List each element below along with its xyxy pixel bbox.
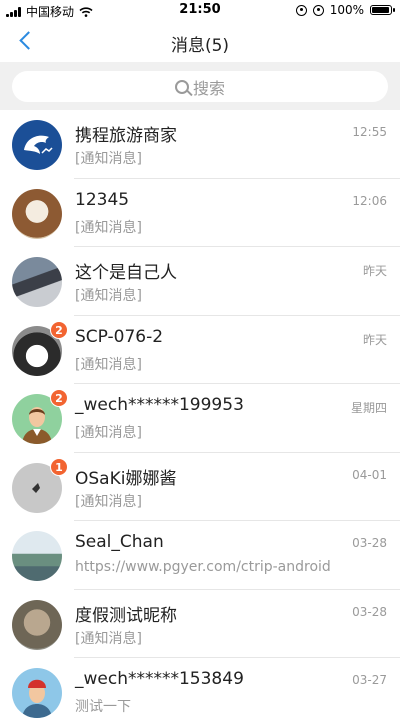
battery-percent: 100% xyxy=(329,3,364,17)
list-item[interactable]: 这个是自己人 [通知消息] 昨天 xyxy=(0,247,400,316)
contact-name: OSaKi娜娜酱 xyxy=(75,468,177,489)
ctrip-logo-avatar xyxy=(12,120,62,170)
message-preview: https://www.pgyer.com/ctrip-android xyxy=(75,559,331,575)
status-bar: 中国移动 21:50 100% xyxy=(0,0,400,20)
contact-name: 度假测试昵称 xyxy=(75,605,177,626)
contact-name: 这个是自己人 xyxy=(75,263,177,283)
list-item[interactable]: 2 _wech******199953 [通知消息] 星期四 xyxy=(0,384,400,453)
contact-name: Seal_Chan xyxy=(75,532,164,552)
list-item[interactable]: 2 SCP-076-2 [通知消息] 昨天 xyxy=(0,316,400,384)
unread-badge: 2 xyxy=(50,389,68,407)
message-time: 12:55 xyxy=(352,125,387,139)
list-item[interactable]: 12345 [通知消息] 12:06 xyxy=(0,179,400,247)
message-time: 03-27 xyxy=(352,673,387,687)
message-time: 12:06 xyxy=(352,193,387,208)
dog-photo-avatar xyxy=(12,188,62,239)
message-preview: [通知消息] xyxy=(75,288,142,304)
dolphin-icon xyxy=(24,135,53,154)
message-list: 携程旅游商家 [通知消息] 12:55 12345 [通知消息] 12:06 这… xyxy=(0,110,400,727)
message-preview: 测试一下 xyxy=(75,699,131,715)
message-preview: [通知消息] xyxy=(75,630,142,647)
message-time: 03-28 xyxy=(352,604,387,619)
orientation-lock-icon xyxy=(295,4,307,16)
desk-photo-avatar xyxy=(12,257,62,307)
unread-badge: 1 xyxy=(50,457,68,476)
message-time: 星期四 xyxy=(350,401,387,415)
contact-name: SCP-076-2 xyxy=(75,326,164,347)
message-preview: [通知消息] xyxy=(75,151,142,167)
contact-name: 携程旅游商家 xyxy=(75,126,177,146)
message-preview: [通知消息] xyxy=(75,493,142,510)
list-item[interactable]: _wech******153849 测试一下 03-27 xyxy=(0,658,400,727)
alarm-icon xyxy=(312,4,324,16)
nav-bar: 消息(5) xyxy=(0,20,400,62)
battery-icon xyxy=(370,5,395,15)
message-time: 昨天 xyxy=(362,264,387,278)
search-bar: 搜索 xyxy=(0,62,400,110)
message-time: 04-01 xyxy=(352,467,387,482)
list-item[interactable]: 1 OSaKi娜娜酱 [通知消息] 04-01 xyxy=(0,453,400,521)
statue-photo-avatar xyxy=(12,599,62,650)
list-item[interactable]: 携程旅游商家 [通知消息] 12:55 xyxy=(0,110,400,179)
message-preview: [通知消息] xyxy=(75,425,142,441)
sea-photo-avatar xyxy=(12,531,62,581)
status-right: 100% xyxy=(295,3,395,17)
message-time: 03-28 xyxy=(352,536,387,550)
contact-name: _wech******199953 xyxy=(75,395,244,415)
person-icon xyxy=(22,679,52,718)
search-input[interactable]: 搜索 xyxy=(12,71,388,102)
page-title: 消息(5) xyxy=(170,36,230,56)
list-item[interactable]: 度假测试昵称 [通知消息] 03-28 xyxy=(0,590,400,658)
contact-name: 12345 xyxy=(75,189,130,210)
search-icon xyxy=(174,79,189,94)
unread-badge: 2 xyxy=(50,320,68,339)
message-preview: [通知消息] xyxy=(75,219,142,236)
search-placeholder: 搜索 xyxy=(192,78,225,98)
default-man-red-hat-avatar xyxy=(12,668,62,718)
contact-name: _wech******153849 xyxy=(75,669,244,689)
message-preview: [通知消息] xyxy=(75,356,142,373)
message-time: 昨天 xyxy=(362,332,387,347)
list-item[interactable]: Seal_Chan https://www.pgyer.com/ctrip-an… xyxy=(0,521,400,590)
